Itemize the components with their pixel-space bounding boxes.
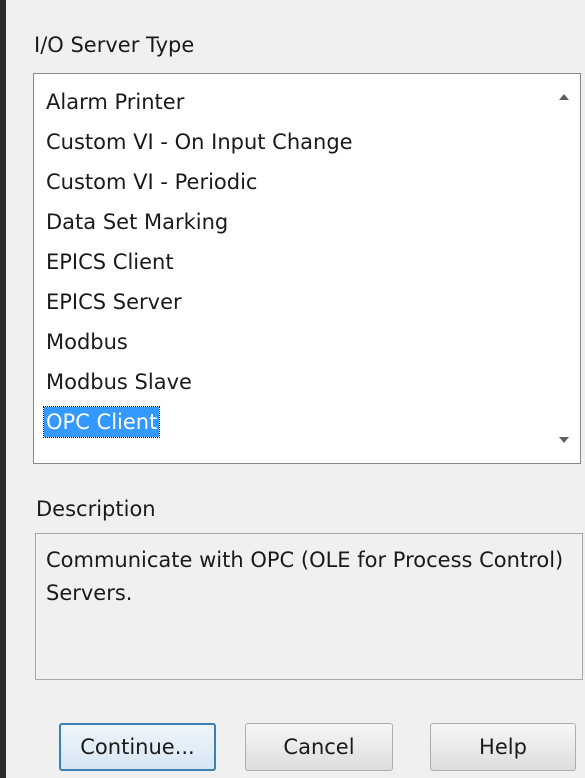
list-item-label: Custom VI - Periodic bbox=[46, 170, 258, 194]
server-type-listbox[interactable]: Alarm Printer Custom VI - On Input Chang… bbox=[33, 73, 581, 464]
scroll-up-button[interactable] bbox=[548, 82, 580, 112]
list-item-label-selected: OPC Client bbox=[42, 406, 161, 438]
server-type-label: I/O Server Type bbox=[34, 33, 195, 57]
description-text: Communicate with OPC (OLE for Process Co… bbox=[46, 548, 564, 605]
chevron-down-icon bbox=[559, 437, 569, 443]
cancel-button[interactable]: Cancel bbox=[245, 723, 393, 771]
list-item-custom-vi-periodic[interactable]: Custom VI - Periodic bbox=[44, 162, 355, 202]
server-type-list: Alarm Printer Custom VI - On Input Chang… bbox=[42, 82, 355, 442]
list-item-label: Modbus Slave bbox=[46, 370, 192, 394]
list-item-label: EPICS Client bbox=[46, 250, 174, 274]
help-button[interactable]: Help bbox=[430, 723, 576, 771]
list-item-modbus-slave[interactable]: Modbus Slave bbox=[44, 362, 355, 402]
listbox-scrollbar[interactable] bbox=[548, 74, 580, 463]
continue-button[interactable]: Continue... bbox=[59, 723, 216, 771]
list-item-label: EPICS Server bbox=[46, 290, 182, 314]
list-item-label: Alarm Printer bbox=[46, 90, 185, 114]
io-server-dialog: I/O Server Type Alarm Printer Custom VI … bbox=[0, 0, 585, 778]
list-item-epics-client[interactable]: EPICS Client bbox=[44, 242, 355, 282]
scroll-down-button[interactable] bbox=[548, 425, 580, 455]
window-edge bbox=[0, 0, 6, 778]
list-item-alarm-printer[interactable]: Alarm Printer bbox=[44, 82, 355, 122]
chevron-up-icon bbox=[559, 94, 569, 100]
list-item-data-set-marking[interactable]: Data Set Marking bbox=[44, 202, 355, 242]
list-item-label: Custom VI - On Input Change bbox=[46, 130, 353, 154]
list-item-custom-vi-input-change[interactable]: Custom VI - On Input Change bbox=[44, 122, 355, 162]
description-label: Description bbox=[36, 497, 156, 521]
list-item-opc-client[interactable]: OPC Client bbox=[42, 402, 355, 442]
list-item-modbus[interactable]: Modbus bbox=[44, 322, 355, 362]
list-item-label: Data Set Marking bbox=[46, 210, 229, 234]
list-item-epics-server[interactable]: EPICS Server bbox=[44, 282, 355, 322]
description-box: Communicate with OPC (OLE for Process Co… bbox=[35, 533, 583, 680]
list-item-label: Modbus bbox=[46, 330, 128, 354]
